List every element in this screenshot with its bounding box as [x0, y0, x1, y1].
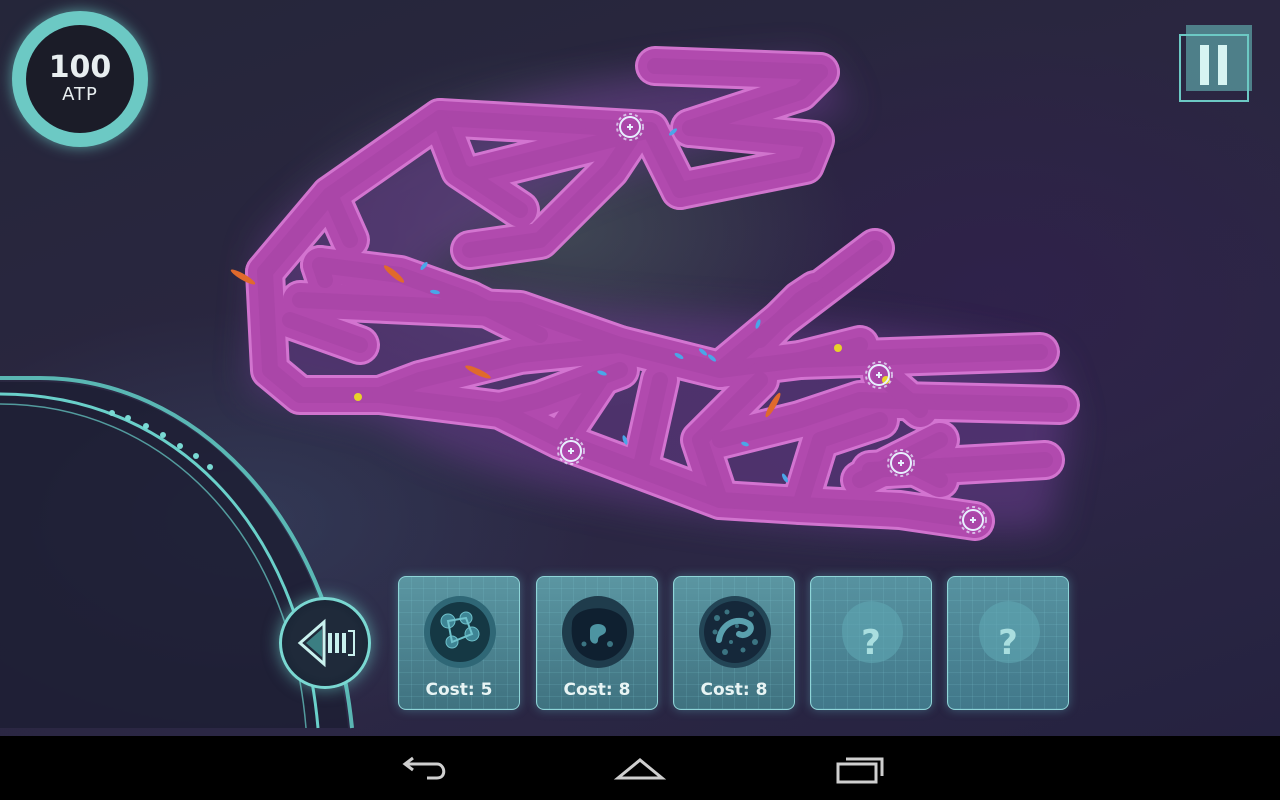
neutrophil-cell-icon — [699, 596, 771, 668]
game-viewport[interactable]: 100 ATP Cost: 5 Cost: 8 Cost: 8 ? ? — [0, 0, 1280, 736]
arrow-left-icon — [297, 618, 355, 668]
locked-label: ? — [861, 623, 881, 663]
macrophage-cell-icon — [562, 596, 634, 668]
unit-cost: Cost: 5 — [425, 680, 493, 700]
unit-cost: Cost: 8 — [563, 680, 631, 700]
lymphocyte-cell-icon — [424, 596, 496, 668]
pause-button[interactable] — [1178, 25, 1254, 103]
unit-card-macrophage[interactable]: Cost: 8 — [536, 576, 658, 710]
system-navigation-bar — [0, 736, 1280, 800]
unit-card-locked[interactable]: ? — [947, 576, 1069, 710]
atp-unit: ATP — [62, 84, 98, 105]
unit-card-neutrophil[interactable]: Cost: 8 — [673, 576, 795, 710]
pause-icon — [1179, 25, 1252, 102]
recents-icon — [836, 757, 884, 784]
unit-card-locked[interactable]: ? — [810, 576, 932, 710]
home-icon — [613, 758, 667, 780]
atp-counter: 100 ATP — [12, 11, 148, 147]
unit-cost: Cost: 8 — [700, 680, 768, 700]
locked-label: ? — [998, 623, 1018, 663]
back-icon — [402, 756, 446, 780]
nav-back-button[interactable] — [393, 750, 453, 786]
atp-value: 100 — [48, 50, 112, 85]
nav-recents-button[interactable] — [828, 750, 888, 786]
toggle-panel-button[interactable] — [279, 597, 371, 689]
unit-card-lymphocyte[interactable]: Cost: 5 — [398, 576, 520, 710]
nav-home-button[interactable] — [610, 750, 670, 786]
